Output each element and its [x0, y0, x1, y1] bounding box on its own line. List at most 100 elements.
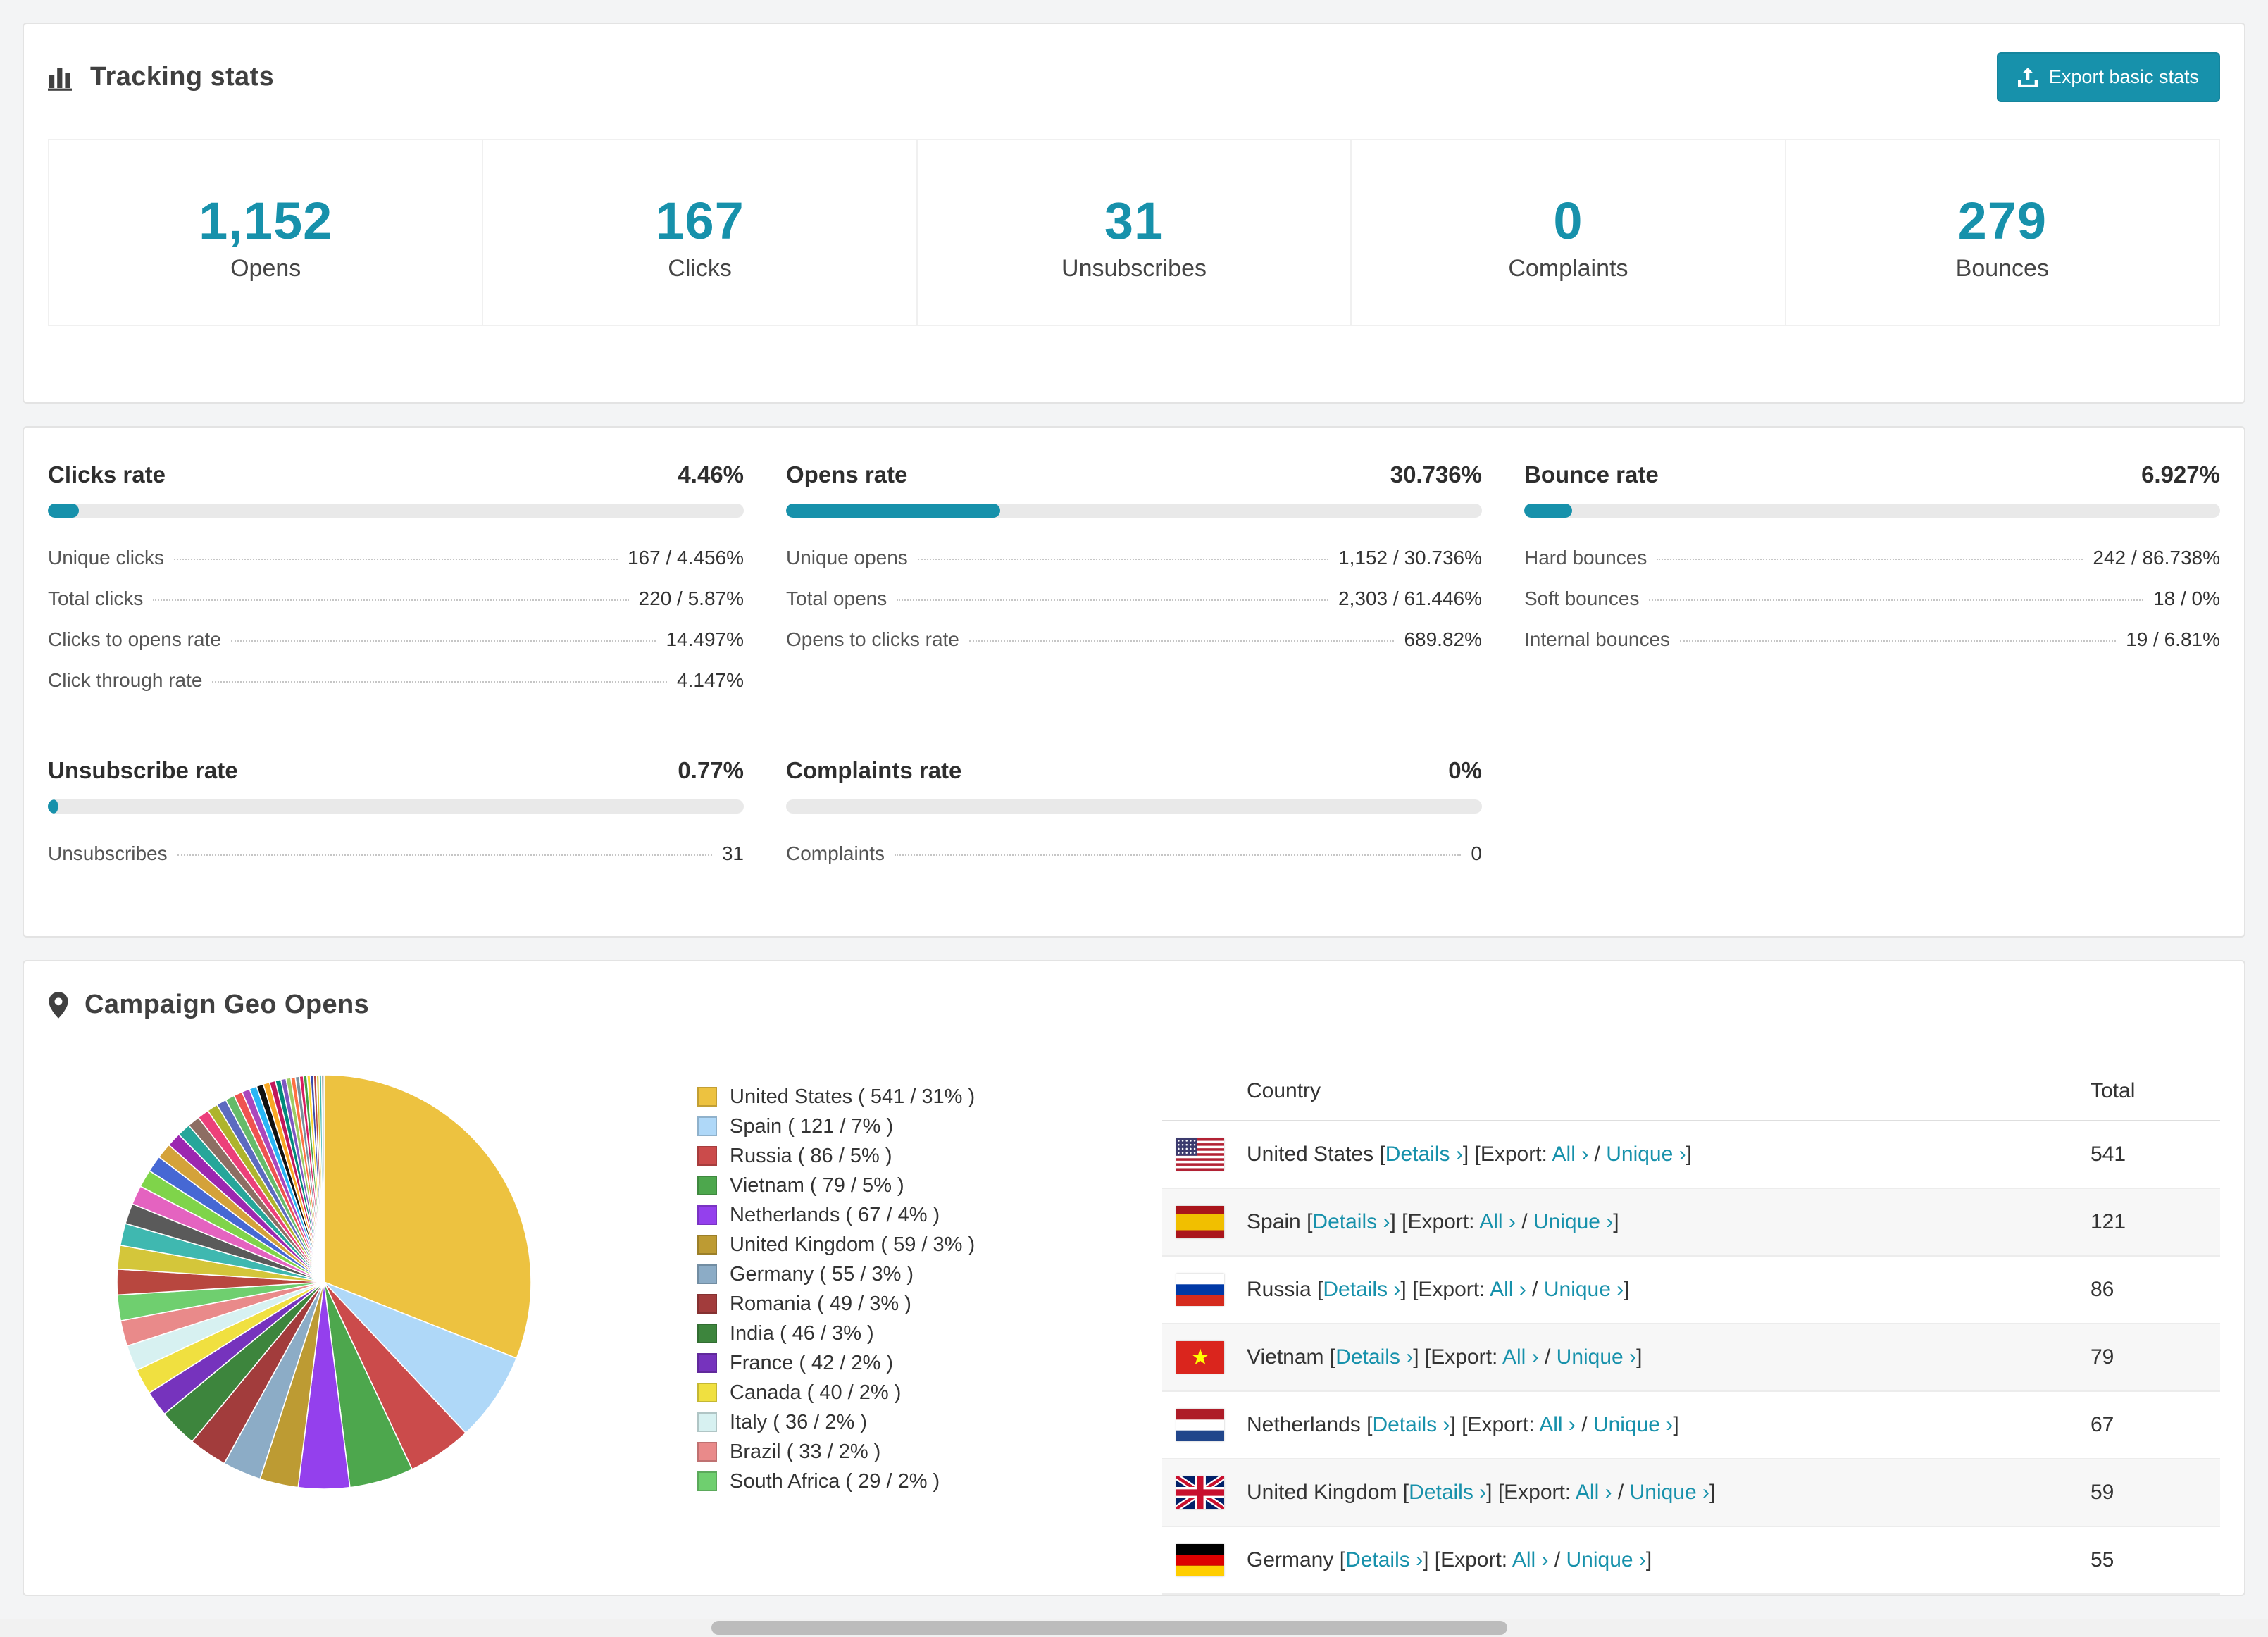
details-link[interactable]: Details ›	[1323, 1278, 1400, 1301]
stat-row-value: 18 / 0%	[2153, 587, 2220, 609]
tracking-stats-title-text: Tracking stats	[90, 62, 275, 92]
rate-rows: Unique opens 1,152 / 30.736% Total opens 2,…	[786, 537, 1482, 660]
export-all-link[interactable]: All ›	[1490, 1278, 1526, 1301]
legend-swatch	[697, 1146, 717, 1166]
stat-row-click-through-rate: Click through rate 4.147%	[48, 660, 744, 701]
export-all-link[interactable]: All ›	[1502, 1345, 1539, 1369]
rate-block-bounce-rate: Bounce rate 6.927% Hard bounces 242 / 86.73…	[1524, 461, 2220, 701]
details-link[interactable]: Details ›	[1385, 1143, 1463, 1166]
dotted-leader	[153, 599, 629, 601]
legend-label: South Africa ( 29 / 2% )	[730, 1469, 940, 1493]
progress-bar-fill	[48, 799, 58, 814]
map-pin-icon	[49, 991, 68, 1019]
rate-block-clicks-rate: Clicks rate 4.46% Unique clicks 167 / 4.456…	[48, 461, 744, 701]
dotted-leader	[1680, 640, 2117, 642]
progress-bar	[786, 799, 1482, 814]
export-all-link[interactable]: All ›	[1552, 1143, 1589, 1166]
total-cell: 55	[2091, 1548, 2114, 1571]
legend-label: Canada ( 40 / 2% )	[730, 1381, 902, 1404]
export-unique-link[interactable]: Unique ›	[1544, 1278, 1624, 1301]
country-cell: Russia [Details ›] [Export: All › / Uniq…	[1247, 1278, 1630, 1301]
table-row-united-kingdom: United Kingdom [Details ›] [Export: All …	[1162, 1459, 2220, 1527]
legend-swatch	[697, 1412, 717, 1432]
details-link[interactable]: Details ›	[1345, 1548, 1423, 1571]
stat-row-label: Total clicks	[48, 587, 144, 609]
legend-label: Italy ( 36 / 2% )	[730, 1410, 868, 1433]
stat-row-label: Complaints	[786, 842, 885, 864]
geo-header: Campaign Geo Opens	[48, 961, 2220, 1020]
table-row-russia: Russia [Details ›] [Export: All › / Uniq…	[1162, 1257, 2220, 1324]
details-link[interactable]: Details ›	[1312, 1210, 1390, 1233]
stat-label: Unsubscribes	[1061, 255, 1207, 282]
legend-swatch	[697, 1116, 717, 1136]
export-all-link[interactable]: All ›	[1479, 1210, 1516, 1233]
stat-row-label: Soft bounces	[1524, 587, 1640, 609]
dotted-leader	[230, 640, 656, 642]
progress-bar-fill	[48, 504, 80, 518]
bar-chart-icon	[48, 68, 72, 91]
country-name: Russia	[1247, 1278, 1318, 1301]
legend-item-canada: Canada ( 40 / 2% )	[697, 1378, 1162, 1407]
export-all-link[interactable]: All ›	[1539, 1413, 1576, 1436]
export-all-link[interactable]: All ›	[1512, 1548, 1549, 1571]
country-name: United Kingdom	[1247, 1481, 1403, 1504]
country-cell: Netherlands [Details ›] [Export: All › /…	[1247, 1413, 1679, 1436]
export-all-link[interactable]: All ›	[1576, 1481, 1612, 1504]
export-unique-link[interactable]: Unique ›	[1533, 1210, 1613, 1233]
rate-block-opens-rate: Opens rate 30.736% Unique opens 1,152 / 30.…	[786, 461, 1482, 701]
stat-row-hard-bounces: Hard bounces 242 / 86.738%	[1524, 537, 2220, 578]
legend-item-united-kingdom: United Kingdom ( 59 / 3% )	[697, 1230, 1162, 1259]
legend-label: Netherlands ( 67 / 4% )	[730, 1203, 940, 1226]
stat-row-value: 31	[721, 842, 744, 864]
column-country: Country	[1247, 1079, 1321, 1102]
stat-value: 31	[1104, 192, 1164, 250]
export-unique-link[interactable]: Unique ›	[1606, 1143, 1686, 1166]
export-basic-stats-button[interactable]: Export basic stats	[1996, 52, 2220, 102]
export-unique-link[interactable]: Unique ›	[1566, 1548, 1646, 1571]
geo-legend: United States ( 541 / 31% ) Spain ( 121 /…	[697, 1082, 1162, 1496]
country-cell: Spain [Details ›] [Export: All › / Uniqu…	[1247, 1210, 1619, 1233]
summary-stat-bounces: 279 Bounces	[1786, 140, 2219, 325]
export-unique-link[interactable]: Unique ›	[1630, 1481, 1709, 1504]
legend-label: France ( 42 / 2% )	[730, 1351, 894, 1374]
legend-swatch	[697, 1471, 717, 1491]
rate-head: Clicks rate 4.46%	[48, 461, 744, 488]
stat-row-unique-clicks: Unique clicks 167 / 4.456%	[48, 537, 744, 578]
stat-row-unsubscribes: Unsubscribes 31	[48, 833, 744, 874]
dotted-leader	[212, 681, 668, 683]
country-cell: Germany [Details ›] [Export: All › / Uni…	[1247, 1548, 1652, 1571]
rate-value: 4.46%	[678, 461, 744, 487]
flag-gb-icon	[1176, 1476, 1224, 1509]
rate-value: 0%	[1448, 757, 1482, 783]
geo-table-header: Country Total	[1162, 1062, 2220, 1121]
rate-title: Unsubscribe rate	[48, 757, 238, 783]
legend-label: India ( 46 / 3% )	[730, 1321, 874, 1345]
country-cell: United States [Details ›] [Export: All ›…	[1247, 1143, 1692, 1166]
details-link[interactable]: Details ›	[1409, 1481, 1486, 1504]
rate-block-unsubscribe-rate: Unsubscribe rate 0.77% Unsubscribes 31	[48, 757, 744, 874]
stat-label: Opens	[230, 255, 301, 282]
summary-stats-row: 1,152 Opens 167 Clicks 31 Unsubscribes 0 Compla…	[48, 139, 2220, 326]
progress-bar	[48, 504, 744, 518]
dotted-leader	[177, 854, 712, 856]
geo-title-text: Campaign Geo Opens	[85, 990, 370, 1019]
total-cell: 67	[2091, 1413, 2114, 1436]
progress-bar	[48, 799, 744, 814]
stat-value: 0	[1553, 192, 1583, 250]
rate-head: Bounce rate 6.927%	[1524, 461, 2220, 488]
dotted-leader	[173, 559, 618, 560]
summary-stat-complaints: 0 Complaints	[1352, 140, 1786, 325]
export-unique-link[interactable]: Unique ›	[1593, 1413, 1673, 1436]
rate-value: 0.77%	[678, 757, 744, 783]
details-link[interactable]: Details ›	[1335, 1345, 1413, 1369]
country-name: Vietnam	[1247, 1345, 1330, 1369]
stat-value: 279	[1957, 192, 2048, 250]
export-unique-link[interactable]: Unique ›	[1557, 1345, 1636, 1369]
progress-bar	[786, 504, 1482, 518]
stat-row-label: Clicks to opens rate	[48, 628, 221, 650]
horizontal-scrollbar[interactable]	[0, 1619, 2268, 1637]
tracking-stats-header: Tracking stats Export basic stats	[48, 24, 2220, 102]
legend-label: Vietnam ( 79 / 5% )	[730, 1174, 904, 1197]
scrollbar-thumb[interactable]	[711, 1621, 1507, 1635]
details-link[interactable]: Details ›	[1372, 1413, 1450, 1436]
